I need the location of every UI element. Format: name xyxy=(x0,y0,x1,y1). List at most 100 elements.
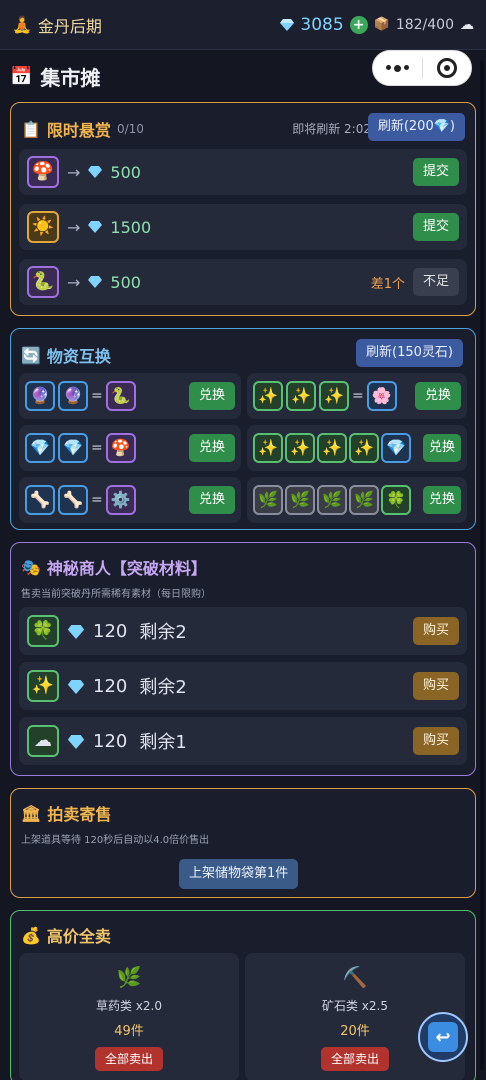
list-item-button[interactable]: 上架储物袋第1件 xyxy=(179,859,299,889)
refresh-timer: 即将刷新 2:02 xyxy=(292,122,371,136)
crystal-ball-icon: 🔮 xyxy=(25,381,55,411)
equals-sign: = xyxy=(352,388,364,404)
sale-card: 🌿 草药类 x2.0 49件 全部卖出 xyxy=(19,953,239,1080)
mini-program-capsule xyxy=(372,50,472,86)
exchange-offer: ✨ ✨ ✨ = 🌸 兑换 xyxy=(247,373,467,419)
four-leaf-clover-icon: 🍀 xyxy=(27,615,59,647)
box-icon: 📦 xyxy=(373,17,390,32)
arrow-right-icon: → xyxy=(67,162,81,182)
bounty-refresh-button[interactable]: 刷新(200💎) xyxy=(367,113,465,141)
sell-all-button[interactable]: 全部卖出 xyxy=(94,1047,163,1071)
buy-button[interactable]: 购买 xyxy=(412,617,459,645)
cloud-icon[interactable]: ☁ xyxy=(460,17,474,33)
category-name: 矿石类 x2.5 xyxy=(321,999,388,1013)
category-count: 49件 xyxy=(114,1024,144,1039)
sparkles-icon: ✨ xyxy=(286,381,316,411)
merchant-title: 神秘商人【突破材料】 xyxy=(46,559,207,578)
crystal-ball-icon: 🔮 xyxy=(58,381,88,411)
sun-icon: ☀️ xyxy=(27,211,59,243)
merchant-row: ✨ 120 剩余2 购买 xyxy=(19,662,467,710)
top-status-bar: 🧘 金丹后期 3085 + 📦 182/400 ☁ xyxy=(0,0,486,50)
auction-header: 🏛 拍卖寄售 xyxy=(21,801,111,825)
gem-icon xyxy=(67,680,85,694)
exchange-refresh-button[interactable]: 刷新(150灵石) xyxy=(356,339,463,367)
gem-icon xyxy=(88,221,103,233)
sparkles-icon: ✨ xyxy=(253,433,283,463)
cherry-blossom-icon: 🌸 xyxy=(366,381,397,411)
exchange-offer: 💎 💎 = 🍄 兑换 xyxy=(19,425,241,471)
sparkles-icon: ✨ xyxy=(319,381,349,411)
exchange-offer: 🌿 🌿 🌿 🌿 🍀 兑换 xyxy=(247,477,467,523)
exchange-button[interactable]: 兑换 xyxy=(414,382,461,410)
arrow-right-icon: → xyxy=(67,217,81,237)
merchant-stock: 剩余1 xyxy=(139,732,187,753)
mushroom-icon: 🍄 xyxy=(27,156,59,188)
gem-icon xyxy=(67,625,85,639)
sparkles-icon: ✨ xyxy=(27,670,59,702)
pickaxe-icon: ⛏️ xyxy=(342,965,368,989)
merchant-desc: 售卖当前突破丹所需稀有素材（每日限购） xyxy=(21,589,211,600)
scrollbar[interactable] xyxy=(480,60,484,1070)
page-header: 📅 集市摊 xyxy=(10,62,100,91)
merchant-row: ☁ 120 剩余1 购买 xyxy=(19,717,467,765)
sell-all-title: 高价全卖 xyxy=(46,927,111,946)
bounty-header: 📋 限时悬赏 0/10 xyxy=(21,117,144,141)
sparkles-icon: ✨ xyxy=(285,433,315,463)
bank-building-icon: 🏛 xyxy=(21,803,42,823)
realm-label: 金丹后期 xyxy=(37,16,102,36)
theater-masks-icon: 🎭 xyxy=(21,557,41,577)
bounty-price: 500 xyxy=(110,272,141,292)
merchant-price: 120 xyxy=(93,730,128,752)
herb-icon: 🌿 xyxy=(349,485,379,515)
exchange-button[interactable]: 兑换 xyxy=(422,486,461,514)
bounty-title: 限时悬赏 xyxy=(46,121,111,140)
return-arrow-icon: ↩ xyxy=(428,1022,458,1052)
exchange-button[interactable]: 兑换 xyxy=(188,486,235,514)
submit-button[interactable]: 提交 xyxy=(412,158,459,186)
four-leaf-clover-icon: 🍀 xyxy=(381,485,411,515)
gem-icon xyxy=(88,276,103,288)
return-button[interactable]: ↩ xyxy=(418,1012,468,1062)
close-program-button[interactable] xyxy=(423,51,472,85)
meditating-person-icon: 🧘 xyxy=(12,15,32,34)
submit-button[interactable]: 提交 xyxy=(412,213,459,241)
bag-capacity: 182/400 xyxy=(395,16,454,33)
exchange-button[interactable]: 兑换 xyxy=(188,382,235,410)
exchange-button[interactable]: 兑换 xyxy=(188,434,235,462)
buy-button[interactable]: 购买 xyxy=(412,727,459,755)
sparkles-icon: ✨ xyxy=(349,433,379,463)
gem-icon xyxy=(88,166,103,178)
merchant-row: 🍀 120 剩余2 购买 xyxy=(19,607,467,655)
shortage-label: 差1个 xyxy=(370,276,405,292)
gem-icon: 💎 xyxy=(381,433,411,463)
gem-icon xyxy=(280,18,295,31)
merchant-panel: 🎭 神秘商人【突破材料】 售卖当前突破丹所需稀有素材（每日限购） 🍀 120 剩… xyxy=(10,542,476,776)
exchange-button[interactable]: 兑换 xyxy=(422,434,461,462)
add-spirit-stones-button[interactable]: + xyxy=(349,15,368,34)
realm-display: 🧘 金丹后期 xyxy=(12,13,102,37)
snake-icon: 🐍 xyxy=(105,381,136,411)
sell-all-panel: 💰 高价全卖 🌿 草药类 x2.0 49件 全部卖出 ⛏️ 矿石类 x2.5 2… xyxy=(10,910,476,1080)
insufficient-button[interactable]: 不足 xyxy=(412,268,459,296)
more-options-button[interactable] xyxy=(373,51,422,85)
merchant-stock: 剩余2 xyxy=(139,677,187,698)
merchant-price: 120 xyxy=(93,620,128,642)
bone-icon: 🦴 xyxy=(25,485,55,515)
mushroom-icon: 🍄 xyxy=(105,433,136,463)
clipboard-icon: 📋 xyxy=(21,119,41,139)
gem-icon: 💎 xyxy=(25,433,55,463)
herb-icon: 🌿 xyxy=(116,965,142,989)
page-title: 集市摊 xyxy=(40,66,101,90)
exchange-offer: ✨ ✨ ✨ ✨ 💎 兑换 xyxy=(247,425,467,471)
bone-icon: 🦴 xyxy=(58,485,88,515)
gem-icon xyxy=(67,735,85,749)
sparkles-icon: ✨ xyxy=(317,433,347,463)
buy-button[interactable]: 购买 xyxy=(412,672,459,700)
refresh-cycle-icon: 🔄 xyxy=(21,345,41,365)
cloud-icon: ☁ xyxy=(27,725,59,757)
exchange-offer: 🦴 🦴 = ⚙️ 兑换 xyxy=(19,477,241,523)
target-icon xyxy=(436,58,457,78)
sparkles-icon: ✨ xyxy=(253,381,283,411)
sell-all-button[interactable]: 全部卖出 xyxy=(320,1047,389,1071)
more-dots-icon xyxy=(385,64,409,72)
